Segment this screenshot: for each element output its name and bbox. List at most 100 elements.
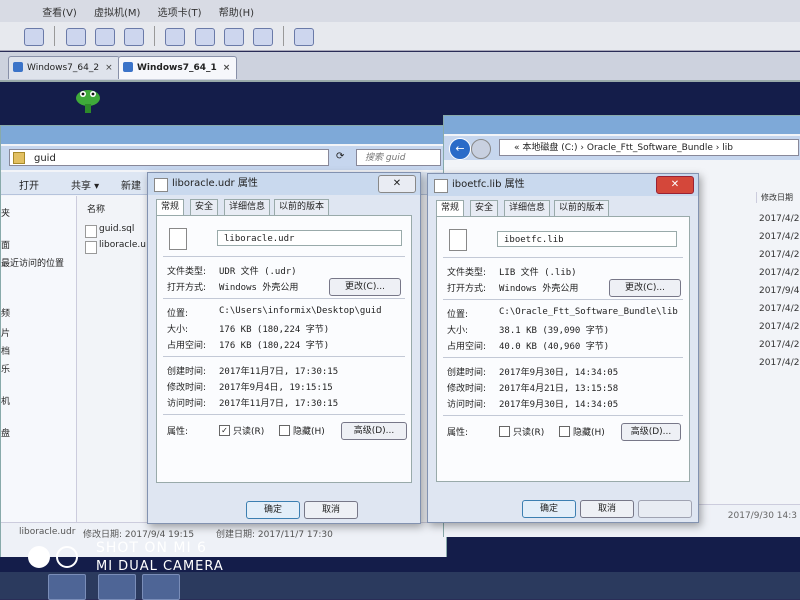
explorer-titlebar[interactable]: [1, 126, 446, 144]
ok-button[interactable]: 确定: [246, 501, 300, 519]
show-library-icon[interactable]: [165, 28, 186, 46]
readonly-checkbox[interactable]: ✓ 只读(R): [219, 424, 264, 437]
nav-item[interactable]: 面: [1, 238, 10, 251]
checkbox-box: [499, 426, 510, 437]
advanced-button[interactable]: 高级(D)...: [621, 423, 681, 441]
value-created: 2017年11月7日, 17:30:15: [219, 367, 339, 377]
revert-snapshot-icon[interactable]: [94, 28, 115, 46]
fullscreen-icon[interactable]: [223, 28, 244, 46]
thumbnail-icon[interactable]: [194, 28, 215, 46]
close-icon[interactable]: ×: [223, 63, 231, 73]
hidden-checkbox[interactable]: 隐藏(H): [279, 424, 325, 437]
change-button[interactable]: 更改(C)...: [609, 279, 681, 297]
cancel-button[interactable]: 取消: [304, 501, 358, 519]
label-created: 创建时间:: [167, 367, 207, 377]
snapshot-icon[interactable]: [65, 28, 86, 46]
cancel-button[interactable]: 取消: [580, 500, 634, 518]
readonly-label: 只读(R): [233, 427, 265, 437]
ok-button[interactable]: 确定: [522, 500, 576, 518]
column-header-date[interactable]: 修改日期: [756, 192, 800, 203]
file-icon: [85, 241, 97, 254]
checkbox-box: [279, 425, 290, 436]
tab-security[interactable]: 安全: [470, 200, 499, 216]
label-size-on-disk: 占用空间:: [447, 342, 487, 352]
watermark-line2: MI DUAL CAMERA: [96, 559, 224, 574]
file-name: guid.sql: [99, 224, 135, 234]
filename-input[interactable]: liboracle.udr: [217, 230, 402, 246]
list-item[interactable]: liboracle.u: [85, 240, 146, 254]
toolbar-separator: [283, 26, 285, 46]
address-input[interactable]: « 本地磁盘 (C:) › Oracle_Ftt_Software_Bundle…: [499, 139, 799, 156]
label-modified: 修改时间:: [167, 383, 207, 393]
close-button[interactable]: ✕: [656, 176, 694, 194]
hidden-checkbox[interactable]: 隐藏(H): [559, 425, 605, 438]
nav-item[interactable]: 夹: [1, 206, 10, 219]
properties-dialog-liboracle: liboracle.udr 属性 ✕ 常规 安全 详细信息 以前的版本 libo…: [147, 172, 421, 524]
explorer-titlebar[interactable]: [444, 116, 800, 134]
label-size-on-disk: 占用空间:: [167, 341, 207, 351]
nav-item[interactable]: 盘: [1, 426, 10, 439]
vm-menubar: 查看(V) 虚拟机(M) 选项卡(T) 帮助(H): [0, 0, 800, 23]
dialog-body: iboetfc.lib 文件类型: LIB 文件 (.lib) 打开方式: Wi…: [436, 216, 690, 482]
advanced-button[interactable]: 高级(D)...: [341, 422, 407, 440]
tab-general[interactable]: 常规: [436, 200, 465, 217]
date-cell: 2017/4/2: [759, 214, 800, 224]
nav-item[interactable]: 最近访问的位置: [1, 256, 64, 269]
tab-previous-versions[interactable]: 以前的版本: [554, 200, 610, 216]
file-icon: [434, 179, 448, 193]
close-button[interactable]: ✕: [378, 175, 416, 193]
forward-button[interactable]: [471, 139, 491, 159]
tab-previous-versions[interactable]: 以前的版本: [274, 199, 330, 215]
change-button[interactable]: 更改(C)...: [329, 278, 401, 296]
nav-item[interactable]: 频: [1, 306, 10, 319]
menu-help[interactable]: 帮助(H): [212, 0, 261, 23]
console-view-icon[interactable]: [294, 28, 315, 46]
dialog-titlebar[interactable]: liboracle.udr 属性 ✕: [148, 173, 420, 195]
tab-details[interactable]: 详细信息: [224, 199, 271, 215]
address-input[interactable]: guid: [9, 149, 329, 166]
tab-details[interactable]: 详细信息: [504, 200, 551, 216]
nav-item[interactable]: 机: [1, 394, 10, 407]
tab-windows7-64-2[interactable]: Windows7_64_2 ×: [8, 56, 120, 79]
new-button[interactable]: 新建: [121, 177, 141, 192]
value-size-on-disk: 40.0 KB (40,960 字节): [499, 342, 610, 352]
menu-tabs[interactable]: 选项卡(T): [151, 0, 209, 23]
column-header-name[interactable]: 名称: [87, 202, 105, 215]
value-location: C:\Oracle_Ftt_Software_Bundle\lib: [499, 307, 678, 317]
value-modified: 2017年9月4日, 19:15:15: [219, 383, 333, 393]
refresh-icon[interactable]: ⟳: [336, 151, 344, 162]
nav-item[interactable]: 档: [1, 344, 10, 357]
menu-view[interactable]: 查看(V): [35, 0, 84, 23]
close-icon[interactable]: ×: [105, 63, 113, 73]
divider: [163, 256, 405, 257]
list-item[interactable]: guid.sql: [85, 224, 135, 238]
menu-vm[interactable]: 虚拟机(M): [87, 0, 147, 23]
back-button[interactable]: ←: [449, 138, 471, 160]
folder-icon: [13, 152, 25, 164]
dialog-titlebar[interactable]: iboetfc.lib 属性 ✕: [428, 174, 698, 196]
filename-input[interactable]: iboetfc.lib: [497, 231, 677, 247]
nav-item[interactable]: 乐: [1, 362, 10, 375]
open-button[interactable]: 打开: [19, 177, 39, 192]
desktop-app-icon[interactable]: [72, 84, 104, 116]
search-input[interactable]: 搜索 guid: [356, 149, 441, 166]
share-button[interactable]: 共享 ▾: [71, 177, 99, 192]
date-cell: 2017/4/2: [759, 232, 800, 242]
value-size: 176 KB (180,224 字节): [219, 325, 330, 335]
readonly-checkbox[interactable]: 只读(R): [499, 425, 544, 438]
tab-windows7-64-1[interactable]: Windows7_64_1 ×: [118, 56, 238, 79]
nav-item[interactable]: 片: [1, 326, 10, 339]
tab-security[interactable]: 安全: [190, 199, 219, 215]
value-size-on-disk: 176 KB (180,224 字节): [219, 341, 330, 351]
label-accessed: 访问时间:: [447, 400, 487, 410]
apply-button[interactable]: [638, 500, 692, 518]
label-accessed: 访问时间:: [167, 399, 207, 409]
label-attributes: 属性:: [447, 428, 469, 438]
date-cell: 2017/4/2: [759, 250, 800, 260]
value-modified: 2017年4月21日, 13:15:58: [499, 384, 619, 394]
power-icon[interactable]: [24, 28, 45, 46]
unity-icon[interactable]: [252, 28, 273, 46]
tab-general[interactable]: 常规: [156, 199, 185, 216]
snapshot-manager-icon[interactable]: [123, 28, 144, 46]
value-file-type: UDR 文件 (.udr): [219, 267, 297, 277]
